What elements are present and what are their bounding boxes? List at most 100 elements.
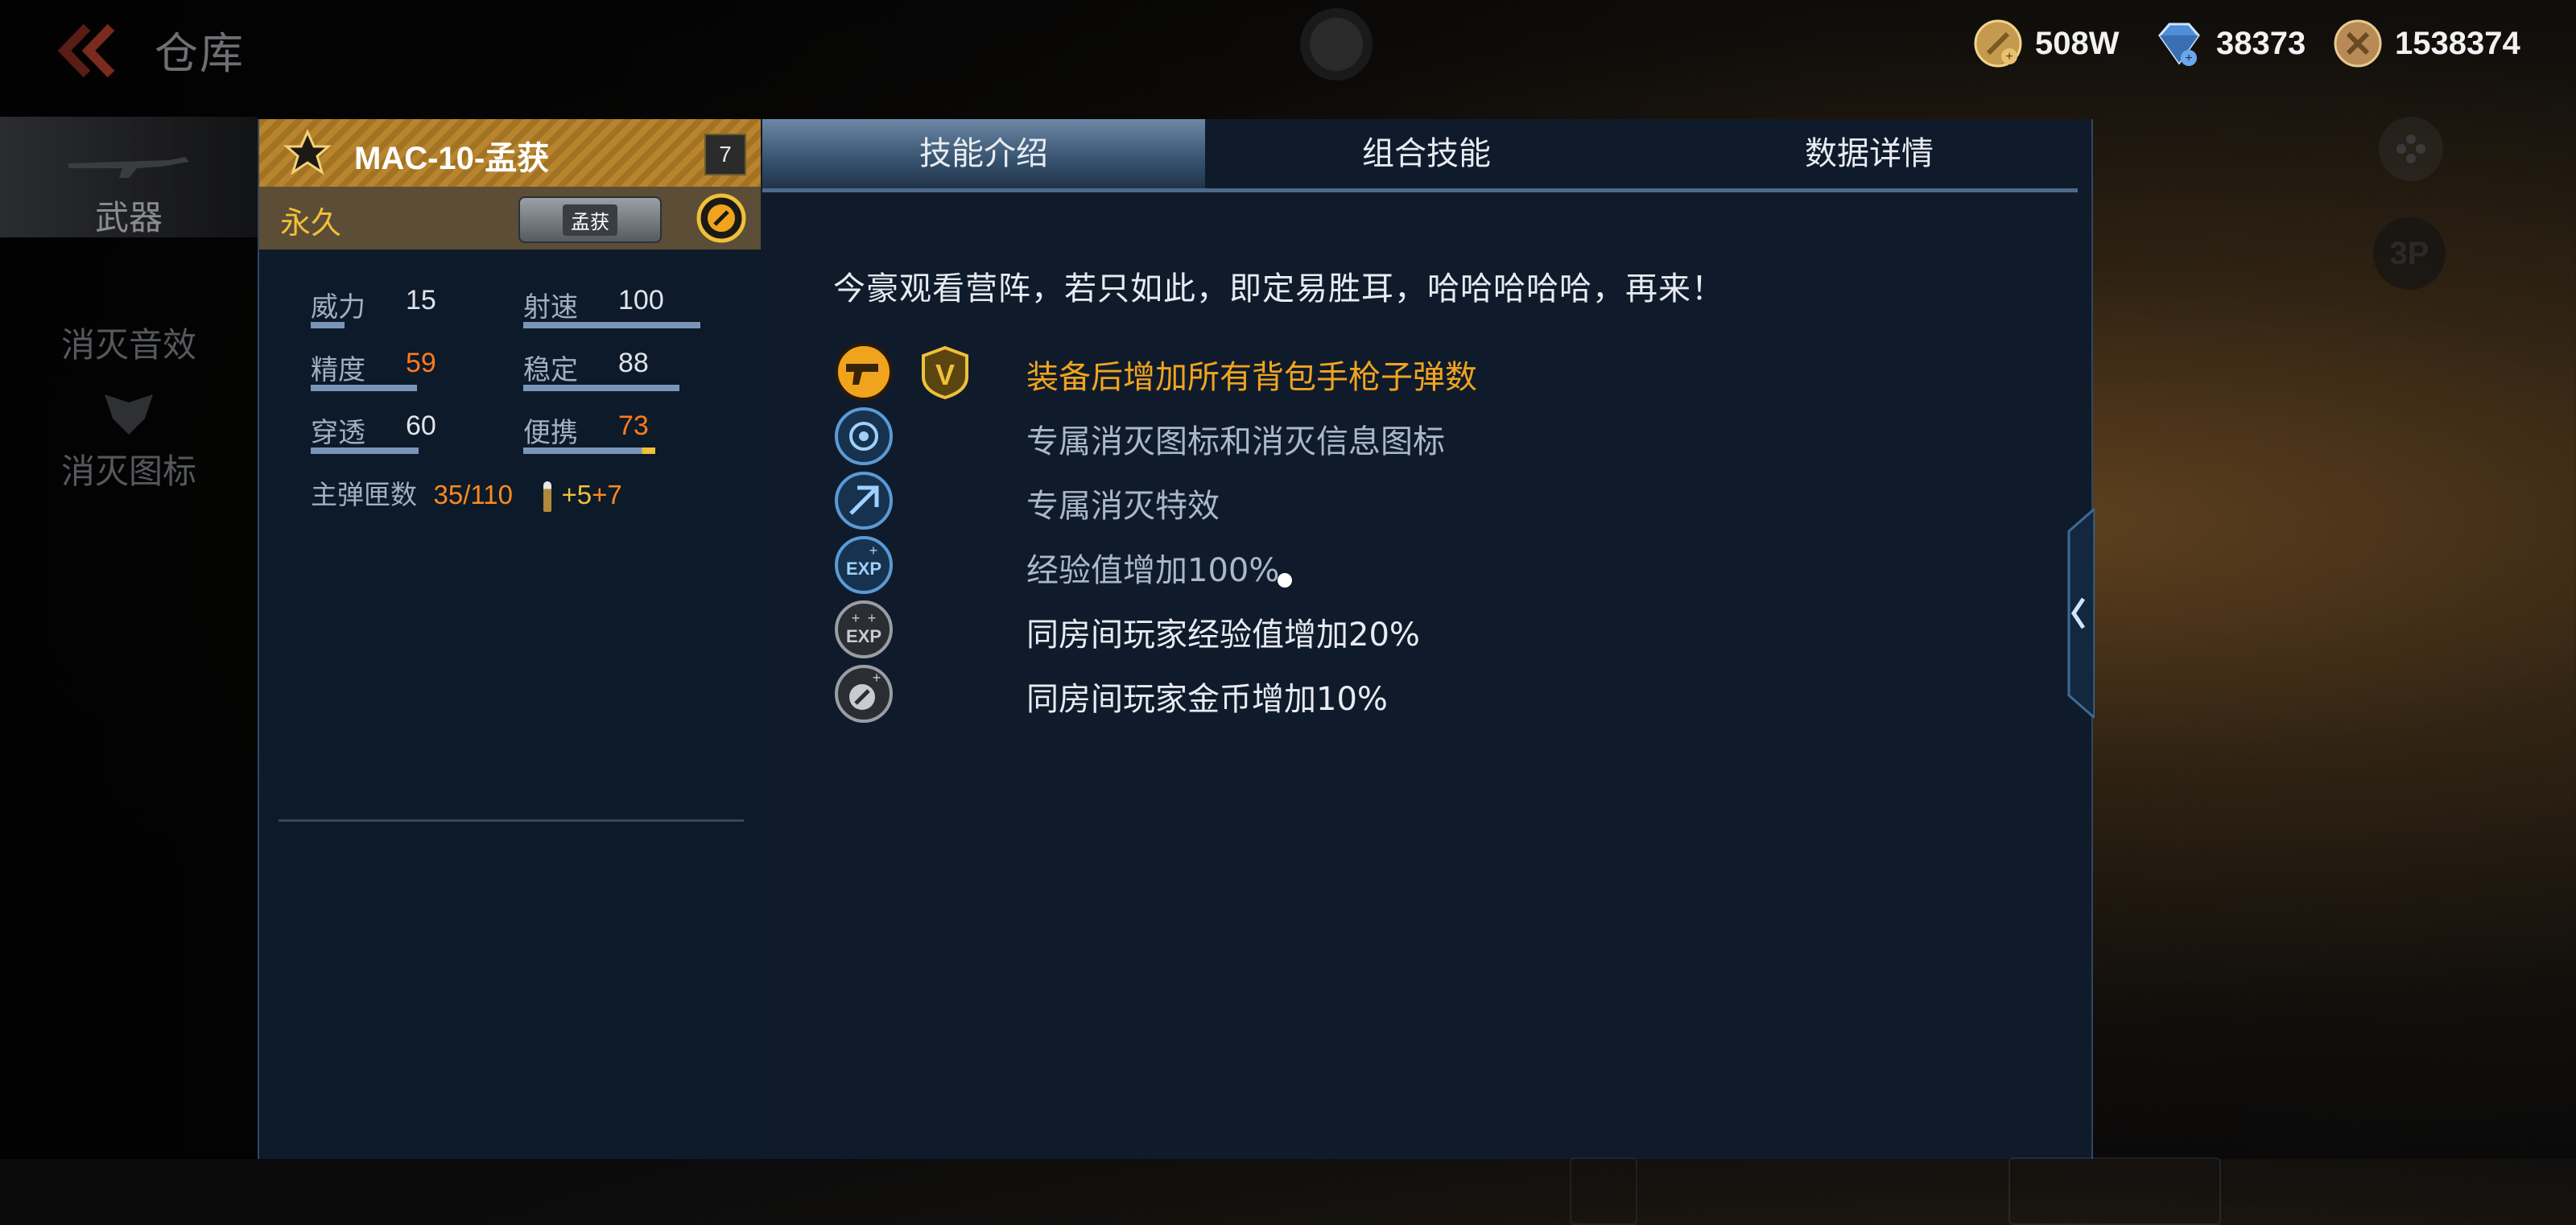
stat-stability: 稳定 88 [523, 348, 716, 393]
sidebar-item-kill-sound[interactable]: 消灭音效 [0, 270, 258, 366]
stat-value: 60 [406, 410, 436, 441]
skill-text: 装备后增加所有背包手枪子弹数 [1026, 359, 1477, 396]
weapon-subheader: 永久 孟获 [259, 187, 762, 250]
exp-icon: EXP + [835, 536, 893, 594]
sidebar-item-label: 消灭音效 [60, 325, 196, 365]
bullet-icon [543, 481, 552, 512]
tab-data-details[interactable]: 数据详情 [1648, 119, 2091, 188]
gamepad-button[interactable] [2379, 117, 2443, 181]
svg-text:+: + [2185, 52, 2192, 65]
skill-text: 专属消灭图标和消灭信息图标 [1026, 423, 1445, 460]
skill-text: 同房间玩家金币增加10% [1026, 681, 1388, 718]
vip-icon: V [922, 345, 968, 400]
stat-portability: 便携 73 [523, 410, 716, 456]
svg-text:+: + [2005, 50, 2013, 64]
faded-button-left [1570, 1157, 1637, 1225]
vip-label: V [935, 358, 955, 391]
faded-button [2008, 1157, 2221, 1225]
medal-coin-icon [2334, 19, 2382, 68]
stat-bar [523, 448, 655, 454]
currency-gold[interactable]: + 508W [1972, 18, 2120, 69]
stat-label: 射速 [523, 291, 578, 324]
stat-value: 73 [618, 410, 649, 441]
diamond-icon: + [2158, 23, 2200, 66]
stat-value: 88 [618, 348, 649, 378]
stat-bar [311, 385, 417, 391]
page-title: 仓库 [155, 28, 245, 79]
stat-label: 便携 [523, 417, 578, 449]
kill-icon-badge [835, 407, 893, 465]
skill-panel: 技能介绍 组合技能 数据详情 今豪观看营阵，若只如此，即定易胜耳，哈哈哈哈哈，再… [761, 119, 2221, 1225]
sidebar-item-kill-icon[interactable]: 消灭图标 [0, 386, 258, 491]
stat-bar [311, 322, 345, 328]
diamond-amount: 38373 [2216, 25, 2306, 61]
skill-item: EXP + + 同房间玩家经验值增加20% [833, 599, 2000, 660]
weapon-level-badge: 7 [704, 134, 746, 175]
ammo-bonus-b: +7 [592, 480, 622, 509]
back-button[interactable] [56, 23, 121, 79]
room-gold-icon: + [835, 665, 893, 723]
divider [279, 819, 744, 822]
stat-bar [523, 322, 700, 328]
svg-text:+: + [868, 610, 877, 626]
currency-medal[interactable]: 1538374 [2332, 18, 2520, 69]
weapon-header: MAC-10-孟获 7 [259, 119, 762, 187]
stat-bar [523, 385, 679, 391]
weapon-skin-label: 孟获 [563, 204, 617, 236]
sidebar-item-weapon[interactable]: 武器 [0, 117, 258, 237]
sidebar-item-label: 武器 [94, 198, 163, 237]
tab-combo-skill[interactable]: 组合技能 [1205, 119, 1648, 188]
stat-label: 威力 [311, 291, 365, 324]
stat-accuracy: 精度 59 [311, 348, 488, 393]
skill-item: V 装备后增加所有背包手枪子弹数 [833, 341, 2000, 402]
stat-value: 15 [406, 285, 436, 316]
svg-text:EXP: EXP [846, 626, 881, 646]
skill-text: 专属消灭特效 [1026, 488, 1220, 525]
svg-text:+: + [852, 610, 861, 626]
stat-value: 100 [618, 285, 664, 316]
stat-label: 稳定 [523, 354, 578, 386]
tab-skill-intro[interactable]: 技能介绍 [762, 119, 1205, 188]
room-exp-icon: EXP + + [835, 600, 893, 658]
stat-label: 精度 [311, 354, 365, 386]
skill-item: 专属消灭特效 [833, 470, 2000, 531]
weapon-quote: 今豪观看营阵，若只如此，即定易胜耳，哈哈哈哈哈，再来！ [833, 270, 1724, 307]
gamepad-icon [2396, 134, 2425, 163]
kill-effect-icon [835, 472, 893, 530]
weapon-name: MAC-10-孟获 [354, 141, 550, 176]
touch-indicator [1278, 573, 1292, 588]
stat-value: 59 [406, 348, 436, 378]
svg-text:EXP: EXP [846, 559, 881, 579]
medal-icon[interactable] [696, 193, 746, 243]
ammo-info: 主弹匣数 35/110 +5+7 [311, 473, 622, 512]
currency-diamond[interactable]: + 38373 [2153, 18, 2306, 69]
skill-text: 同房间玩家经验值增加20% [1026, 617, 1420, 654]
svg-text:+: + [869, 542, 878, 559]
pistol-icon [835, 343, 893, 401]
rifle-icon [68, 157, 189, 178]
stat-bar [311, 448, 419, 454]
medal-amount: 1538374 [2395, 25, 2520, 61]
collapse-panel-tab[interactable] [2059, 509, 2095, 718]
tabs-underline [762, 188, 2078, 192]
view-toggle-button[interactable]: 3P [2373, 217, 2446, 290]
stat-power: 威力 15 [311, 285, 488, 330]
skill-item: 专属消灭图标和消灭信息图标 [833, 406, 2000, 467]
stat-fire-rate: 射速 100 [523, 285, 716, 330]
record-icon[interactable] [1300, 8, 1373, 80]
skill-text: 经验值增加100% [1026, 552, 1280, 589]
stat-penetration: 穿透 60 [311, 410, 488, 456]
stat-label: 穿透 [311, 417, 365, 449]
svg-text:+: + [873, 670, 881, 686]
gold-coin-icon: + [1974, 19, 2022, 68]
weapon-skin-badge: 孟获 [518, 196, 662, 243]
gold-amount: 508W [2035, 25, 2120, 61]
skill-item: EXP + 经验值增加100% [833, 534, 2000, 596]
sidebar-item-label: 消灭图标 [60, 452, 196, 491]
rank-emblem-icon [283, 129, 332, 175]
ammo-label: 主弹匣数 [311, 479, 417, 510]
weapon-duration: 永久 [280, 205, 342, 241]
skill-tabs: 技能介绍 组合技能 数据详情 [762, 119, 2078, 188]
chevron-left-icon [57, 23, 115, 78]
ammo-value: 35/110 [433, 480, 513, 509]
